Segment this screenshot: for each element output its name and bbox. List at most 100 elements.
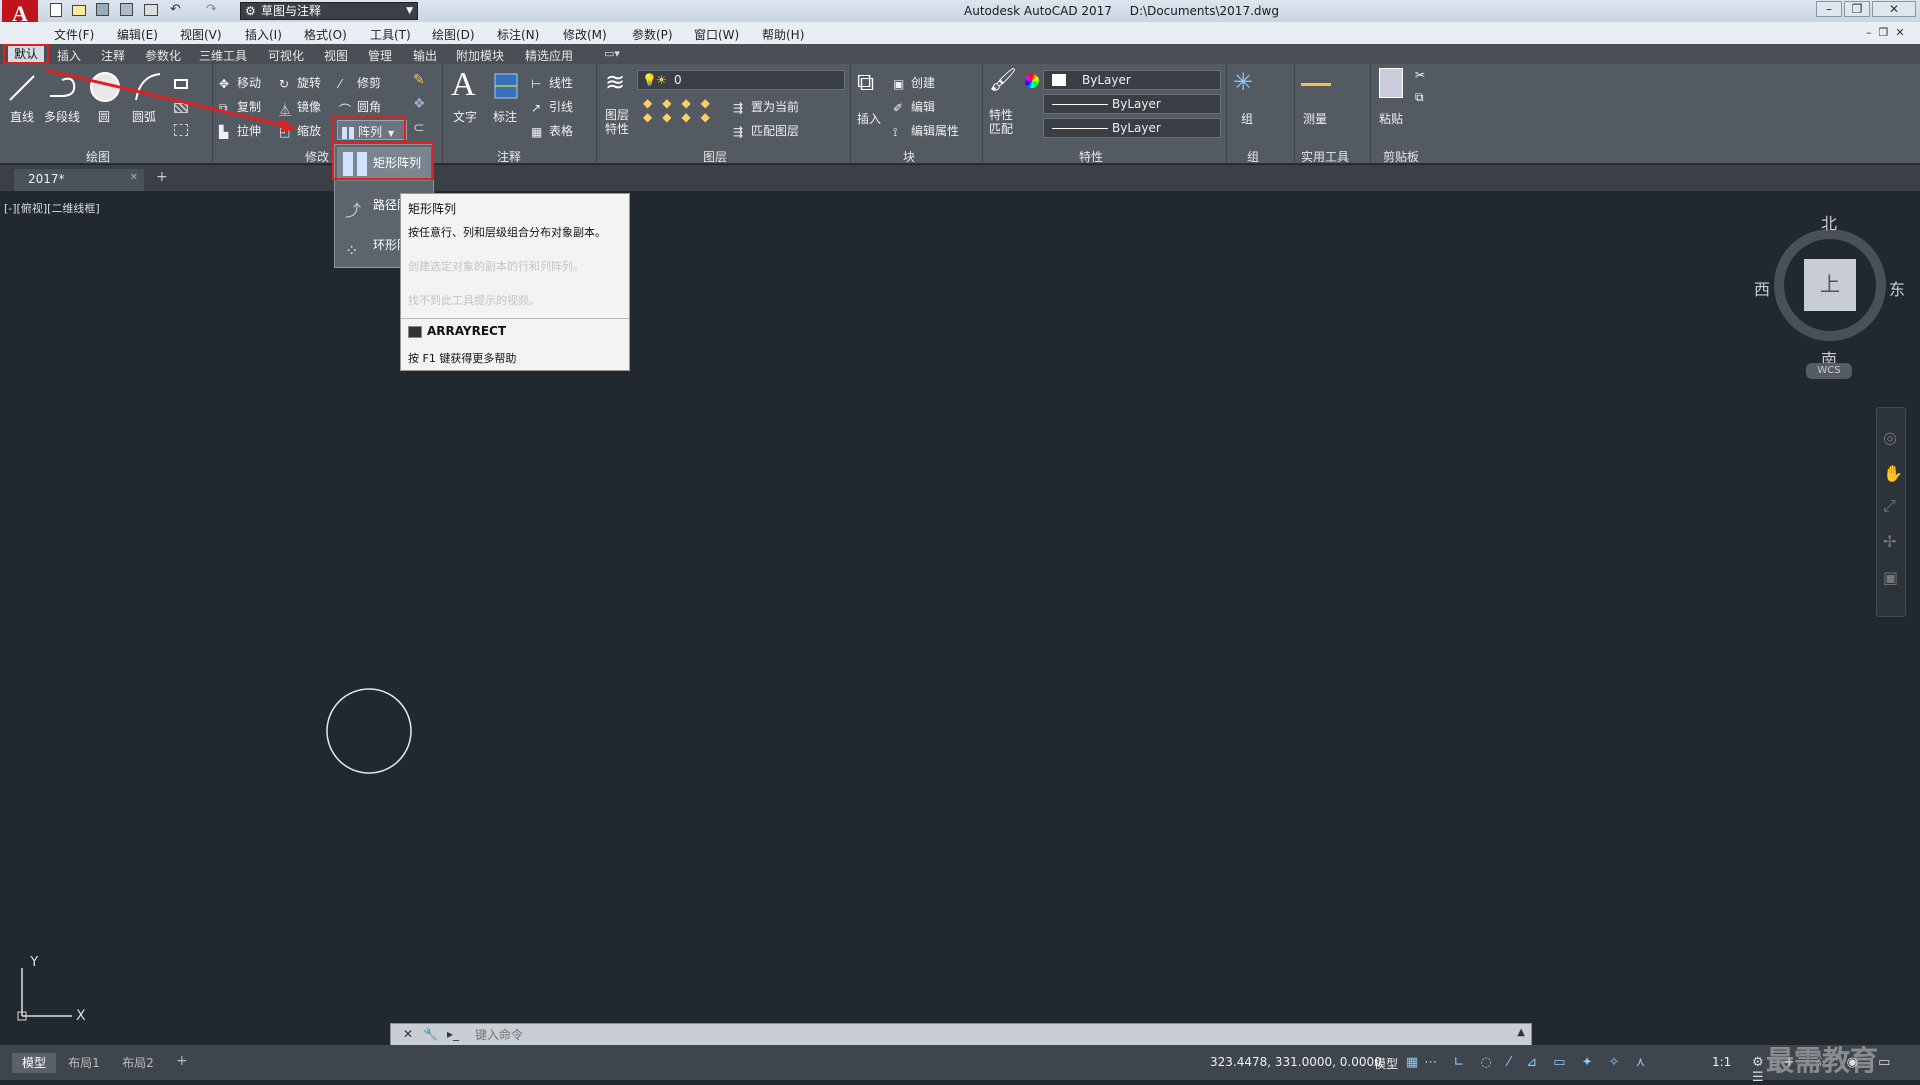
create-block-label: 创建 — [911, 76, 936, 90]
text-button[interactable]: 文字 — [453, 108, 477, 125]
menu-modify[interactable]: 修改(M) — [563, 26, 607, 43]
doc-window-controls[interactable]: – ❐ ✕ — [1866, 26, 1905, 39]
close-icon[interactable]: ✕ — [1872, 1, 1916, 17]
coordinates-readout[interactable]: 323.4478, 331.0000, 0.0000 — [1210, 1055, 1382, 1069]
utilities-panel-label[interactable]: 实用工具 — [1301, 148, 1349, 165]
match-layer-icon: ⇶ — [733, 124, 744, 139]
group-button[interactable]: 组 — [1241, 110, 1253, 127]
viewport-label[interactable]: [-][俯视][二维线框] — [4, 200, 100, 216]
doc-tab-label: 2017* — [28, 172, 65, 186]
viewcube-east[interactable]: 东 — [1889, 276, 1905, 300]
array-tooltip: 矩形阵列 按任意行、列和层级组合分布对象副本。 创建选定对象的副本的行和列阵列。… — [400, 193, 630, 371]
create-block-icon: ▣ — [893, 76, 905, 91]
cut-icon[interactable]: ✂ — [1415, 68, 1425, 82]
status-tools-icons[interactable]: ▦⋯ ∟ ◌ ⁄ ⊿ ▭ ✦ ✧ ⋏ — [1406, 1055, 1651, 1070]
annotation-scale[interactable]: 1:1 — [1712, 1055, 1731, 1069]
properties-panel-label[interactable]: 特性 — [1079, 148, 1103, 165]
annotation-panel-label[interactable]: 注释 — [497, 148, 521, 165]
color-wheel-icon[interactable] — [1025, 74, 1039, 88]
layers-panel-label[interactable]: 图层 — [703, 148, 727, 165]
viewcube-north[interactable]: 北 — [1821, 210, 1837, 234]
groups-panel-label[interactable]: 组 — [1247, 148, 1259, 165]
linear-button[interactable]: ⊢ 线性 — [531, 74, 573, 91]
close-tab-icon[interactable]: ✕ — [130, 172, 138, 183]
paste-button[interactable]: 粘贴 — [1379, 110, 1403, 127]
command-icon — [408, 326, 422, 338]
layer-tools-icons[interactable]: ◆◆◆◆ ◆◆◆◆ — [643, 96, 720, 124]
drawing-canvas[interactable]: [-][俯视][二维线框] Y X 上 北 南 西 东 WCS ◎ ✋ ⤢ ✢ … — [0, 142, 1920, 1047]
measure-icon[interactable] — [1301, 70, 1331, 86]
tab-addins[interactable]: 附加模块 — [456, 47, 504, 64]
set-current-label: 置为当前 — [751, 100, 800, 114]
command-history-icon[interactable]: ▲ — [1517, 1027, 1525, 1038]
annotation-panel: A 文字 标注 ⊢ 线性 ↗ 引线 ▦ 表格 注释 — [442, 64, 594, 164]
match-layer-button[interactable]: ⇶ 匹配图层 — [733, 122, 799, 139]
lightbulb-icon: 💡 — [642, 73, 657, 87]
layer-properties-button[interactable]: 图层 特性 — [605, 108, 629, 136]
color-dropdown[interactable]: ByLayer — [1043, 70, 1221, 90]
layout-tab-model[interactable]: 模型 — [12, 1053, 56, 1073]
edit-block-label: 编辑 — [911, 100, 936, 114]
menu-help[interactable]: 帮助(H) — [762, 26, 804, 43]
model-space-toggle[interactable]: 模型 — [1374, 1055, 1398, 1072]
clipboard-panel-label[interactable]: 剪贴板 — [1383, 148, 1419, 165]
match-properties-icon[interactable]: 🖌 — [989, 68, 1017, 93]
dimension-button[interactable]: 标注 — [493, 108, 517, 125]
command-close-icon[interactable]: ✕ — [403, 1027, 413, 1041]
showmotion-icon[interactable]: ▣ — [1883, 568, 1898, 587]
menu-parametric[interactable]: 参数(P) — [632, 26, 673, 43]
command-prompt-icon[interactable]: ▸_ — [447, 1027, 459, 1041]
clipboard-panel: 粘贴 ✂ ⧉ 剪贴板 — [1370, 64, 1440, 164]
copy-clip-icon[interactable]: ⧉ — [1415, 90, 1424, 105]
viewcube-west[interactable]: 西 — [1754, 276, 1770, 300]
steering-wheel-icon[interactable]: ◎ — [1883, 428, 1897, 447]
groups-panel: ✳ 组 组 — [1226, 64, 1292, 164]
minimize-icon[interactable]: – — [1816, 1, 1842, 17]
measure-button[interactable]: 测量 — [1303, 110, 1327, 127]
insert-button[interactable]: 插入 — [857, 110, 881, 127]
doc-tab[interactable]: 2017* ✕ — [14, 169, 144, 191]
command-settings-icon[interactable]: 🔧 — [423, 1027, 438, 1041]
leader-button[interactable]: ↗ 引线 — [531, 98, 573, 115]
color-value: ByLayer — [1082, 73, 1131, 87]
group-icon[interactable]: ✳ — [1233, 68, 1253, 96]
wcs-button[interactable]: WCS — [1806, 363, 1852, 379]
menu-draw[interactable]: 绘图(D) — [432, 26, 475, 43]
dimension-icon[interactable] — [491, 70, 521, 102]
lineweight-dropdown[interactable]: ByLayer — [1043, 118, 1221, 138]
match-properties-button[interactable]: 特性 匹配 — [989, 108, 1013, 136]
viewcube-top-face[interactable]: 上 — [1804, 259, 1856, 311]
new-tab-icon[interactable]: + — [156, 169, 168, 185]
tab-featured-apps[interactable]: 精选应用 — [525, 47, 573, 64]
drawn-circle[interactable] — [324, 686, 414, 776]
layer-dropdown[interactable]: 💡 ☀ 0 — [637, 70, 845, 90]
set-current-button[interactable]: ⇶ 置为当前 — [733, 98, 799, 115]
ribbon-toggle-icon[interactable]: ▭▾ — [604, 47, 620, 60]
polar-array-icon: ⁘ — [345, 241, 359, 260]
layout-tab-2[interactable]: 布局2 — [116, 1053, 160, 1073]
command-input[interactable] — [475, 1026, 1495, 1044]
edit-attributes-button[interactable]: ⟟ 编辑属性 — [893, 122, 959, 139]
insert-block-icon[interactable]: ⧉ — [857, 68, 887, 98]
table-button[interactable]: ▦ 表格 — [531, 122, 573, 139]
block-panel-label[interactable]: 块 — [903, 148, 915, 165]
add-layout-icon[interactable]: + — [176, 1053, 188, 1069]
edit-block-button[interactable]: ✐ 编辑 — [893, 98, 935, 115]
utilities-panel: 测量 实用工具 — [1294, 64, 1368, 164]
create-block-button[interactable]: ▣ 创建 — [893, 74, 935, 91]
viewcube[interactable]: 上 北 南 西 东 — [1754, 214, 1905, 369]
orbit-icon[interactable]: ✢ — [1883, 532, 1896, 551]
set-current-icon: ⇶ — [733, 100, 744, 115]
menu-window[interactable]: 窗口(W) — [694, 26, 739, 43]
restore-icon[interactable]: ❐ — [1844, 1, 1870, 17]
layer-properties-icon[interactable]: ≋ — [605, 68, 625, 96]
edit-block-icon: ✐ — [893, 100, 904, 115]
tooltip-faded-desc: 创建选定对象的副本的行和列阵列。 — [408, 260, 584, 273]
menu-dimension[interactable]: 标注(N) — [497, 26, 539, 43]
paste-icon[interactable] — [1379, 68, 1403, 98]
zoom-icon[interactable]: ⤢ — [1883, 496, 1896, 516]
linetype-dropdown[interactable]: ByLayer — [1043, 94, 1221, 114]
pan-icon[interactable]: ✋ — [1883, 464, 1903, 483]
text-icon[interactable]: A — [451, 66, 476, 104]
layout-tab-1[interactable]: 布局1 — [62, 1053, 106, 1073]
